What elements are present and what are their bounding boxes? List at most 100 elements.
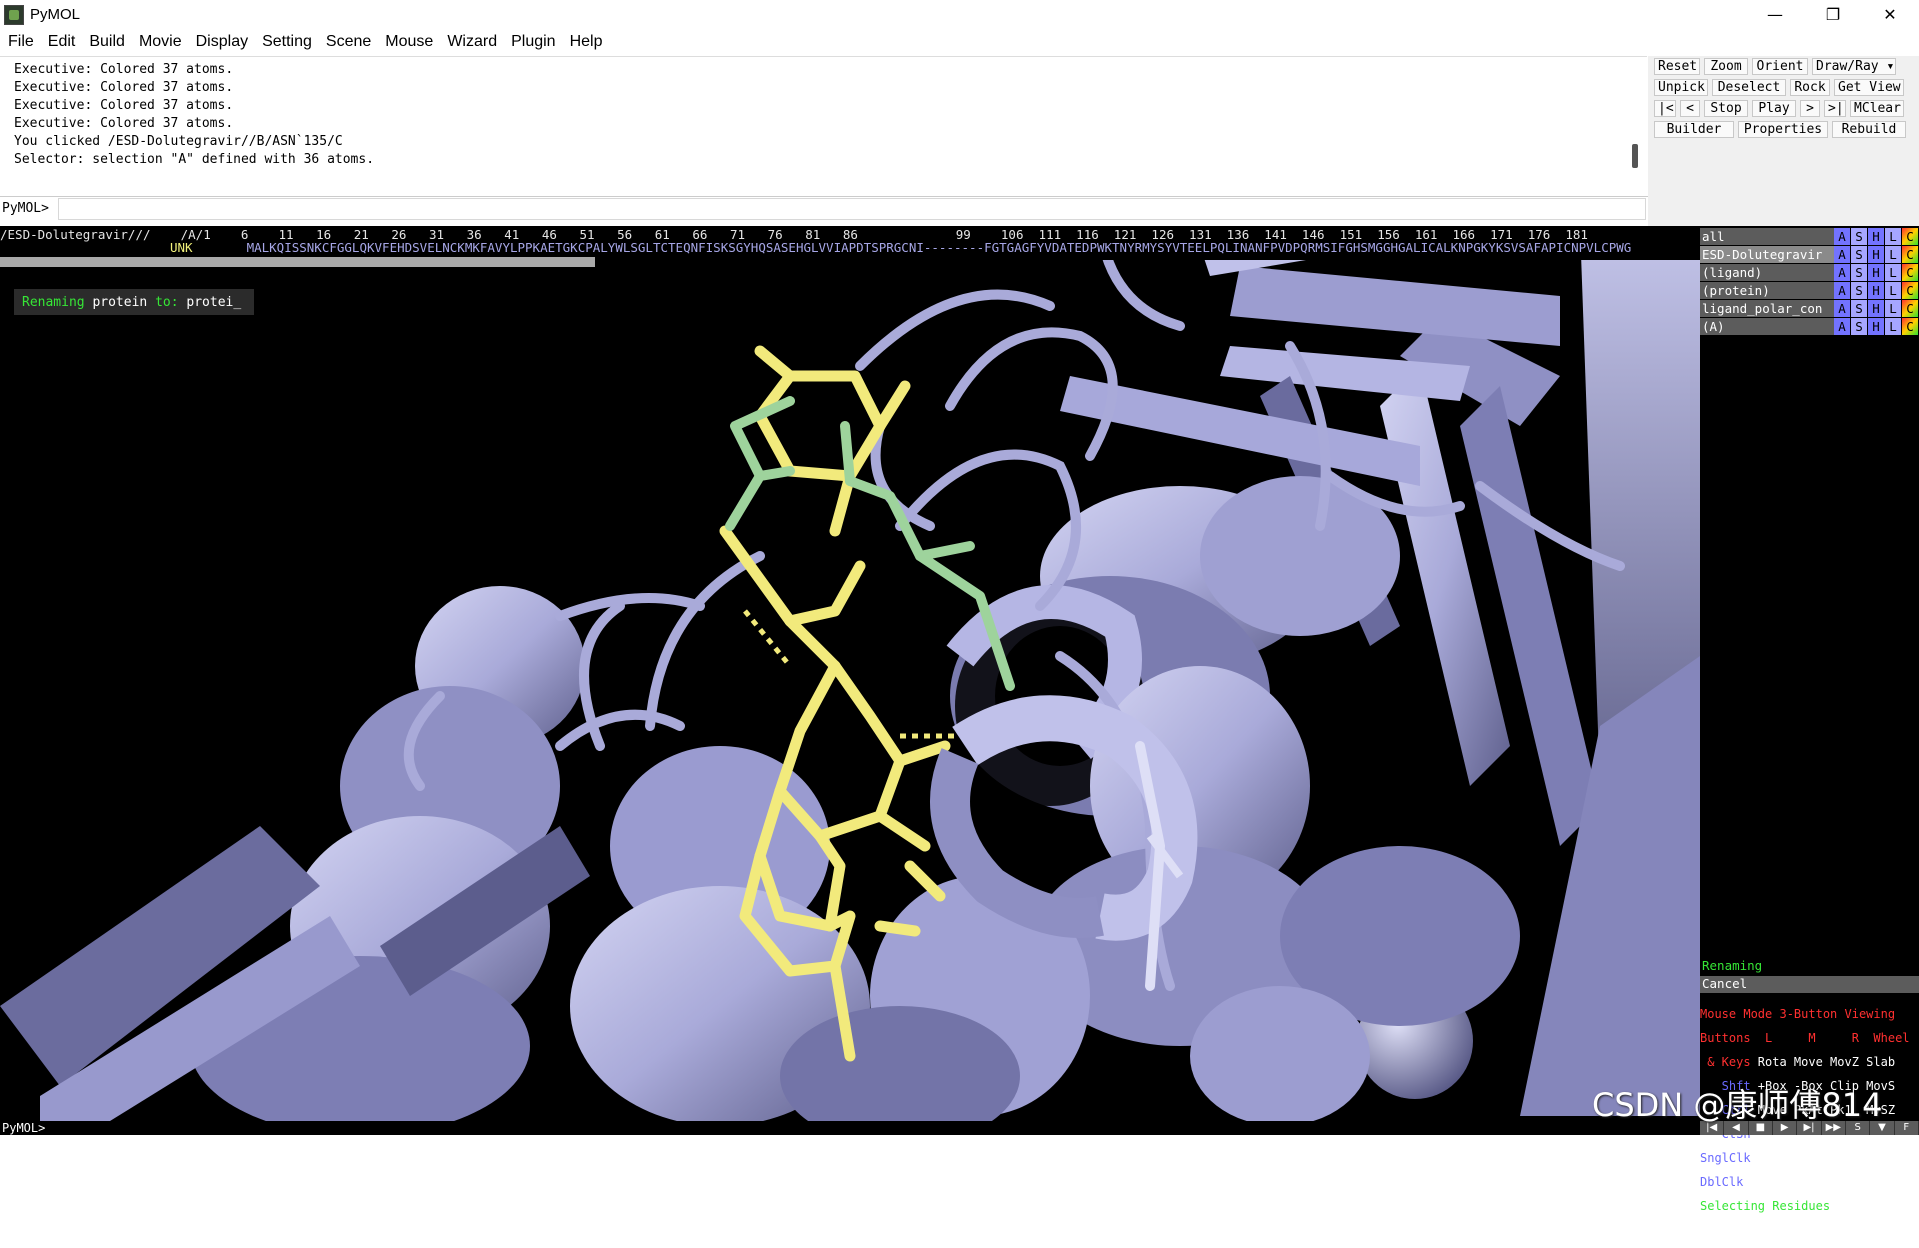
label-button[interactable]: L xyxy=(1885,246,1902,263)
orient-button[interactable]: Orient xyxy=(1752,58,1808,75)
object-row[interactable]: ESD-Dolutegravir A S H L C xyxy=(1700,246,1919,263)
object-name[interactable]: (protein) xyxy=(1700,282,1834,299)
output-line: Executive: Colored 37 atoms. xyxy=(14,116,234,131)
hide-button[interactable]: H xyxy=(1868,300,1885,317)
menu-build[interactable]: Build xyxy=(89,33,125,51)
close-button[interactable]: ✕ xyxy=(1861,0,1919,29)
get-view-button[interactable]: Get View xyxy=(1834,79,1904,96)
show-button[interactable]: S xyxy=(1851,282,1868,299)
command-input[interactable] xyxy=(58,197,1646,220)
action-button[interactable]: A xyxy=(1834,318,1851,335)
deselect-button[interactable]: Deselect xyxy=(1712,79,1786,96)
action-button[interactable]: A xyxy=(1834,282,1851,299)
renaming-status: Renaming xyxy=(1700,958,1919,975)
object-name[interactable]: ESD-Dolutegravir xyxy=(1700,246,1834,263)
menu-mouse[interactable]: Mouse xyxy=(385,33,433,51)
show-button[interactable]: S xyxy=(1851,228,1868,245)
color-button[interactable]: C xyxy=(1902,318,1919,335)
menu-display[interactable]: Display xyxy=(196,33,248,51)
output-line: Executive: Colored 37 atoms. xyxy=(14,80,234,95)
window-title: PyMOL xyxy=(30,6,81,23)
menu-file[interactable]: File xyxy=(8,33,34,51)
zoom-button[interactable]: Zoom xyxy=(1704,58,1748,75)
menu-movie[interactable]: Movie xyxy=(139,33,182,51)
object-name[interactable]: ligand_polar_con xyxy=(1700,300,1834,317)
stop-button[interactable]: Stop xyxy=(1704,100,1748,117)
color-button[interactable]: C xyxy=(1902,228,1919,245)
mouse-mode-title[interactable]: Mouse Mode 3-Button Viewing xyxy=(1700,1008,1919,1020)
hide-button[interactable]: H xyxy=(1868,228,1885,245)
object-name[interactable]: (ligand) xyxy=(1700,264,1834,281)
show-button[interactable]: S xyxy=(1851,318,1868,335)
object-row[interactable]: (ligand) A S H L C xyxy=(1700,264,1919,281)
molecular-scene[interactable] xyxy=(0,226,1700,1121)
unk-residue[interactable]: UNK xyxy=(170,240,193,255)
csdn-watermark: CSDN @康师傅814 xyxy=(1592,1086,1883,1124)
residue-string[interactable]: MALKQISSNKCFGGLQKVFEHDSVELNCKMKFAVYLPPKA… xyxy=(247,240,1632,255)
properties-button[interactable]: Properties xyxy=(1738,121,1828,138)
mclear-button[interactable]: MClear xyxy=(1850,100,1904,117)
first-frame-button[interactable]: |< xyxy=(1654,100,1676,117)
object-name[interactable]: all xyxy=(1700,228,1834,245)
show-button[interactable]: S xyxy=(1851,300,1868,317)
action-button[interactable]: A xyxy=(1834,264,1851,281)
color-button[interactable]: C xyxy=(1902,264,1919,281)
rock-button[interactable]: Rock xyxy=(1790,79,1830,96)
fullscreen-button[interactable]: F xyxy=(1895,1121,1919,1135)
cancel-button[interactable]: Cancel xyxy=(1700,976,1919,993)
menu-help[interactable]: Help xyxy=(570,33,603,51)
hide-button[interactable]: H xyxy=(1868,264,1885,281)
hide-button[interactable]: H xyxy=(1868,282,1885,299)
menu-setting[interactable]: Setting xyxy=(262,33,312,51)
minimize-button[interactable]: — xyxy=(1746,0,1804,29)
pymol-app-icon xyxy=(4,4,24,25)
menu-plugin[interactable]: Plugin xyxy=(511,33,555,51)
label-button[interactable]: L xyxy=(1885,282,1902,299)
unpick-button[interactable]: Unpick xyxy=(1654,79,1708,96)
label-button[interactable]: L xyxy=(1885,300,1902,317)
output-scrollbar[interactable] xyxy=(1632,144,1638,168)
output-console[interactable]: Executive: Colored 37 atoms. Executive: … xyxy=(0,56,1647,188)
label-button[interactable]: L xyxy=(1885,264,1902,281)
menu-edit[interactable]: Edit xyxy=(48,33,76,51)
show-button[interactable]: S xyxy=(1851,246,1868,263)
menu-scene[interactable]: Scene xyxy=(326,33,371,51)
next-frame-button[interactable]: > xyxy=(1800,100,1820,117)
label-button[interactable]: L xyxy=(1885,318,1902,335)
restore-button[interactable]: ❐ xyxy=(1804,0,1862,29)
sequence-residues[interactable]: UNK MALKQISSNKCFGGLQKVFEHDSVELNCKMKFAVYLP… xyxy=(0,240,1631,255)
menu-wizard[interactable]: Wizard xyxy=(447,33,497,51)
selecting-mode[interactable]: Selecting Residues xyxy=(1700,1200,1919,1212)
object-row[interactable]: (A) A S H L C xyxy=(1700,318,1919,335)
hide-button[interactable]: H xyxy=(1868,318,1885,335)
viewer-command-prompt[interactable]: PyMOL> xyxy=(0,1121,1700,1135)
sequence-scrollbar[interactable] xyxy=(0,257,595,267)
keys-row: Rota Move MovZ Slab xyxy=(1750,1055,1896,1069)
object-row[interactable]: (protein) A S H L C xyxy=(1700,282,1919,299)
keys-label: & Keys xyxy=(1700,1055,1751,1069)
color-button[interactable]: C xyxy=(1902,246,1919,263)
play-button[interactable]: Play xyxy=(1752,100,1796,117)
builder-button[interactable]: Builder xyxy=(1654,121,1734,138)
hide-button[interactable]: H xyxy=(1868,246,1885,263)
show-button[interactable]: S xyxy=(1851,264,1868,281)
action-button[interactable]: A xyxy=(1834,228,1851,245)
reset-button[interactable]: Reset xyxy=(1654,58,1700,75)
object-row[interactable]: ligand_polar_con A S H L C xyxy=(1700,300,1919,317)
command-prompt: PyMOL> xyxy=(2,201,49,216)
action-button[interactable]: A xyxy=(1834,246,1851,263)
object-row[interactable]: all A S H L C xyxy=(1700,228,1919,245)
output-line: Executive: Colored 37 atoms. xyxy=(14,62,234,77)
rename-mid: to: xyxy=(147,294,187,310)
label-button[interactable]: L xyxy=(1885,228,1902,245)
draw-ray-button[interactable]: Draw/Ray ▾ xyxy=(1812,58,1896,75)
action-button[interactable]: A xyxy=(1834,300,1851,317)
object-name[interactable]: (A) xyxy=(1700,318,1834,335)
color-button[interactable]: C xyxy=(1902,300,1919,317)
color-button[interactable]: C xyxy=(1902,282,1919,299)
prev-frame-button[interactable]: < xyxy=(1680,100,1700,117)
hydrogen-bonds xyxy=(743,609,975,739)
rebuild-button[interactable]: Rebuild xyxy=(1832,121,1906,138)
sequence-viewer[interactable]: /ESD-Dolutegravir/// /A/1 6 11 16 21 26 … xyxy=(0,226,1700,260)
last-frame-button[interactable]: >| xyxy=(1824,100,1846,117)
